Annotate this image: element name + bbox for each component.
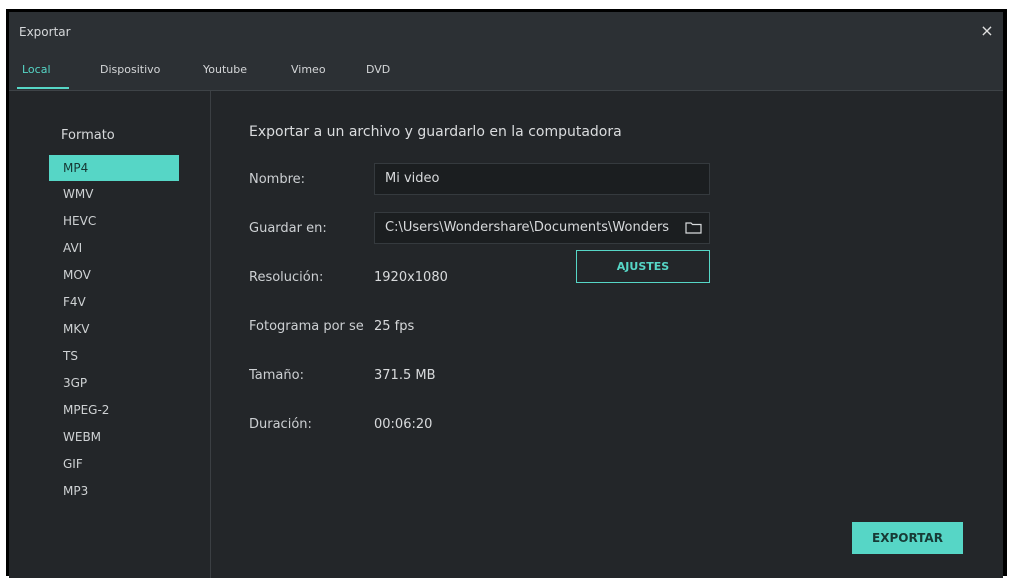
save-location-label: Guardar en: xyxy=(249,221,327,236)
name-label: Nombre: xyxy=(249,172,306,187)
close-icon[interactable]: × xyxy=(977,21,997,41)
format-item-mp4[interactable]: MP4 xyxy=(49,155,179,181)
panel-heading: Exportar a un archivo y guardarlo en la … xyxy=(249,124,622,140)
name-value: Mi video xyxy=(385,171,440,186)
format-sidebar: Formato MP4 WMV HEVC AVI MOV F4V MKV TS … xyxy=(9,91,211,578)
format-heading: Formato xyxy=(61,128,115,143)
duration-value: 00:06:20 xyxy=(374,417,433,432)
format-list: MP4 WMV HEVC AVI MOV F4V MKV TS 3GP MPEG… xyxy=(49,155,179,505)
save-path-value: C:\Users\Wondershare\Documents\Wonders xyxy=(385,220,670,235)
tab-bar: Local Dispositivo Youtube Vimeo DVD xyxy=(9,52,1003,91)
export-settings-panel: Exportar a un archivo y guardarlo en la … xyxy=(211,91,1003,578)
format-item-ts[interactable]: TS xyxy=(49,343,179,370)
export-dialog: Exportar × Local Dispositivo Youtube Vim… xyxy=(9,12,1003,578)
tab-youtube[interactable]: Youtube xyxy=(203,63,247,76)
active-tab-indicator xyxy=(17,87,69,89)
format-item-webm[interactable]: WEBM xyxy=(49,424,179,451)
format-item-mkv[interactable]: MKV xyxy=(49,316,179,343)
resolution-value: 1920x1080 xyxy=(374,270,448,285)
name-field[interactable]: Mi video xyxy=(374,163,710,195)
format-item-3gp[interactable]: 3GP xyxy=(49,370,179,397)
format-item-f4v[interactable]: F4V xyxy=(49,289,179,316)
format-item-mov[interactable]: MOV xyxy=(49,262,179,289)
title-bar: Exportar × xyxy=(9,12,1003,52)
format-item-gif[interactable]: GIF xyxy=(49,451,179,478)
framerate-label: Fotograma por se xyxy=(249,319,364,334)
tab-local[interactable]: Local xyxy=(22,63,51,76)
tab-dispositivo[interactable]: Dispositivo xyxy=(100,63,160,76)
format-item-avi[interactable]: AVI xyxy=(49,235,179,262)
tab-vimeo[interactable]: Vimeo xyxy=(291,63,326,76)
resolution-label: Resolución: xyxy=(249,270,324,285)
size-label: Tamaño: xyxy=(249,368,304,383)
duration-label: Duración: xyxy=(249,417,312,432)
tab-dvd[interactable]: DVD xyxy=(366,63,390,76)
settings-button[interactable]: AJUSTES xyxy=(576,250,710,283)
save-path-field[interactable]: C:\Users\Wondershare\Documents\Wonders xyxy=(374,212,710,244)
window-frame: Exportar × Local Dispositivo Youtube Vim… xyxy=(6,9,1007,578)
format-item-wmv[interactable]: WMV xyxy=(49,181,179,208)
size-value: 371.5 MB xyxy=(374,368,436,383)
export-button[interactable]: EXPORTAR xyxy=(852,522,963,554)
dialog-title: Exportar xyxy=(19,25,71,39)
framerate-value: 25 fps xyxy=(374,319,415,334)
folder-icon[interactable] xyxy=(685,222,702,234)
format-item-mp3[interactable]: MP3 xyxy=(49,478,179,505)
format-item-mpeg2[interactable]: MPEG-2 xyxy=(49,397,179,424)
format-item-hevc[interactable]: HEVC xyxy=(49,208,179,235)
